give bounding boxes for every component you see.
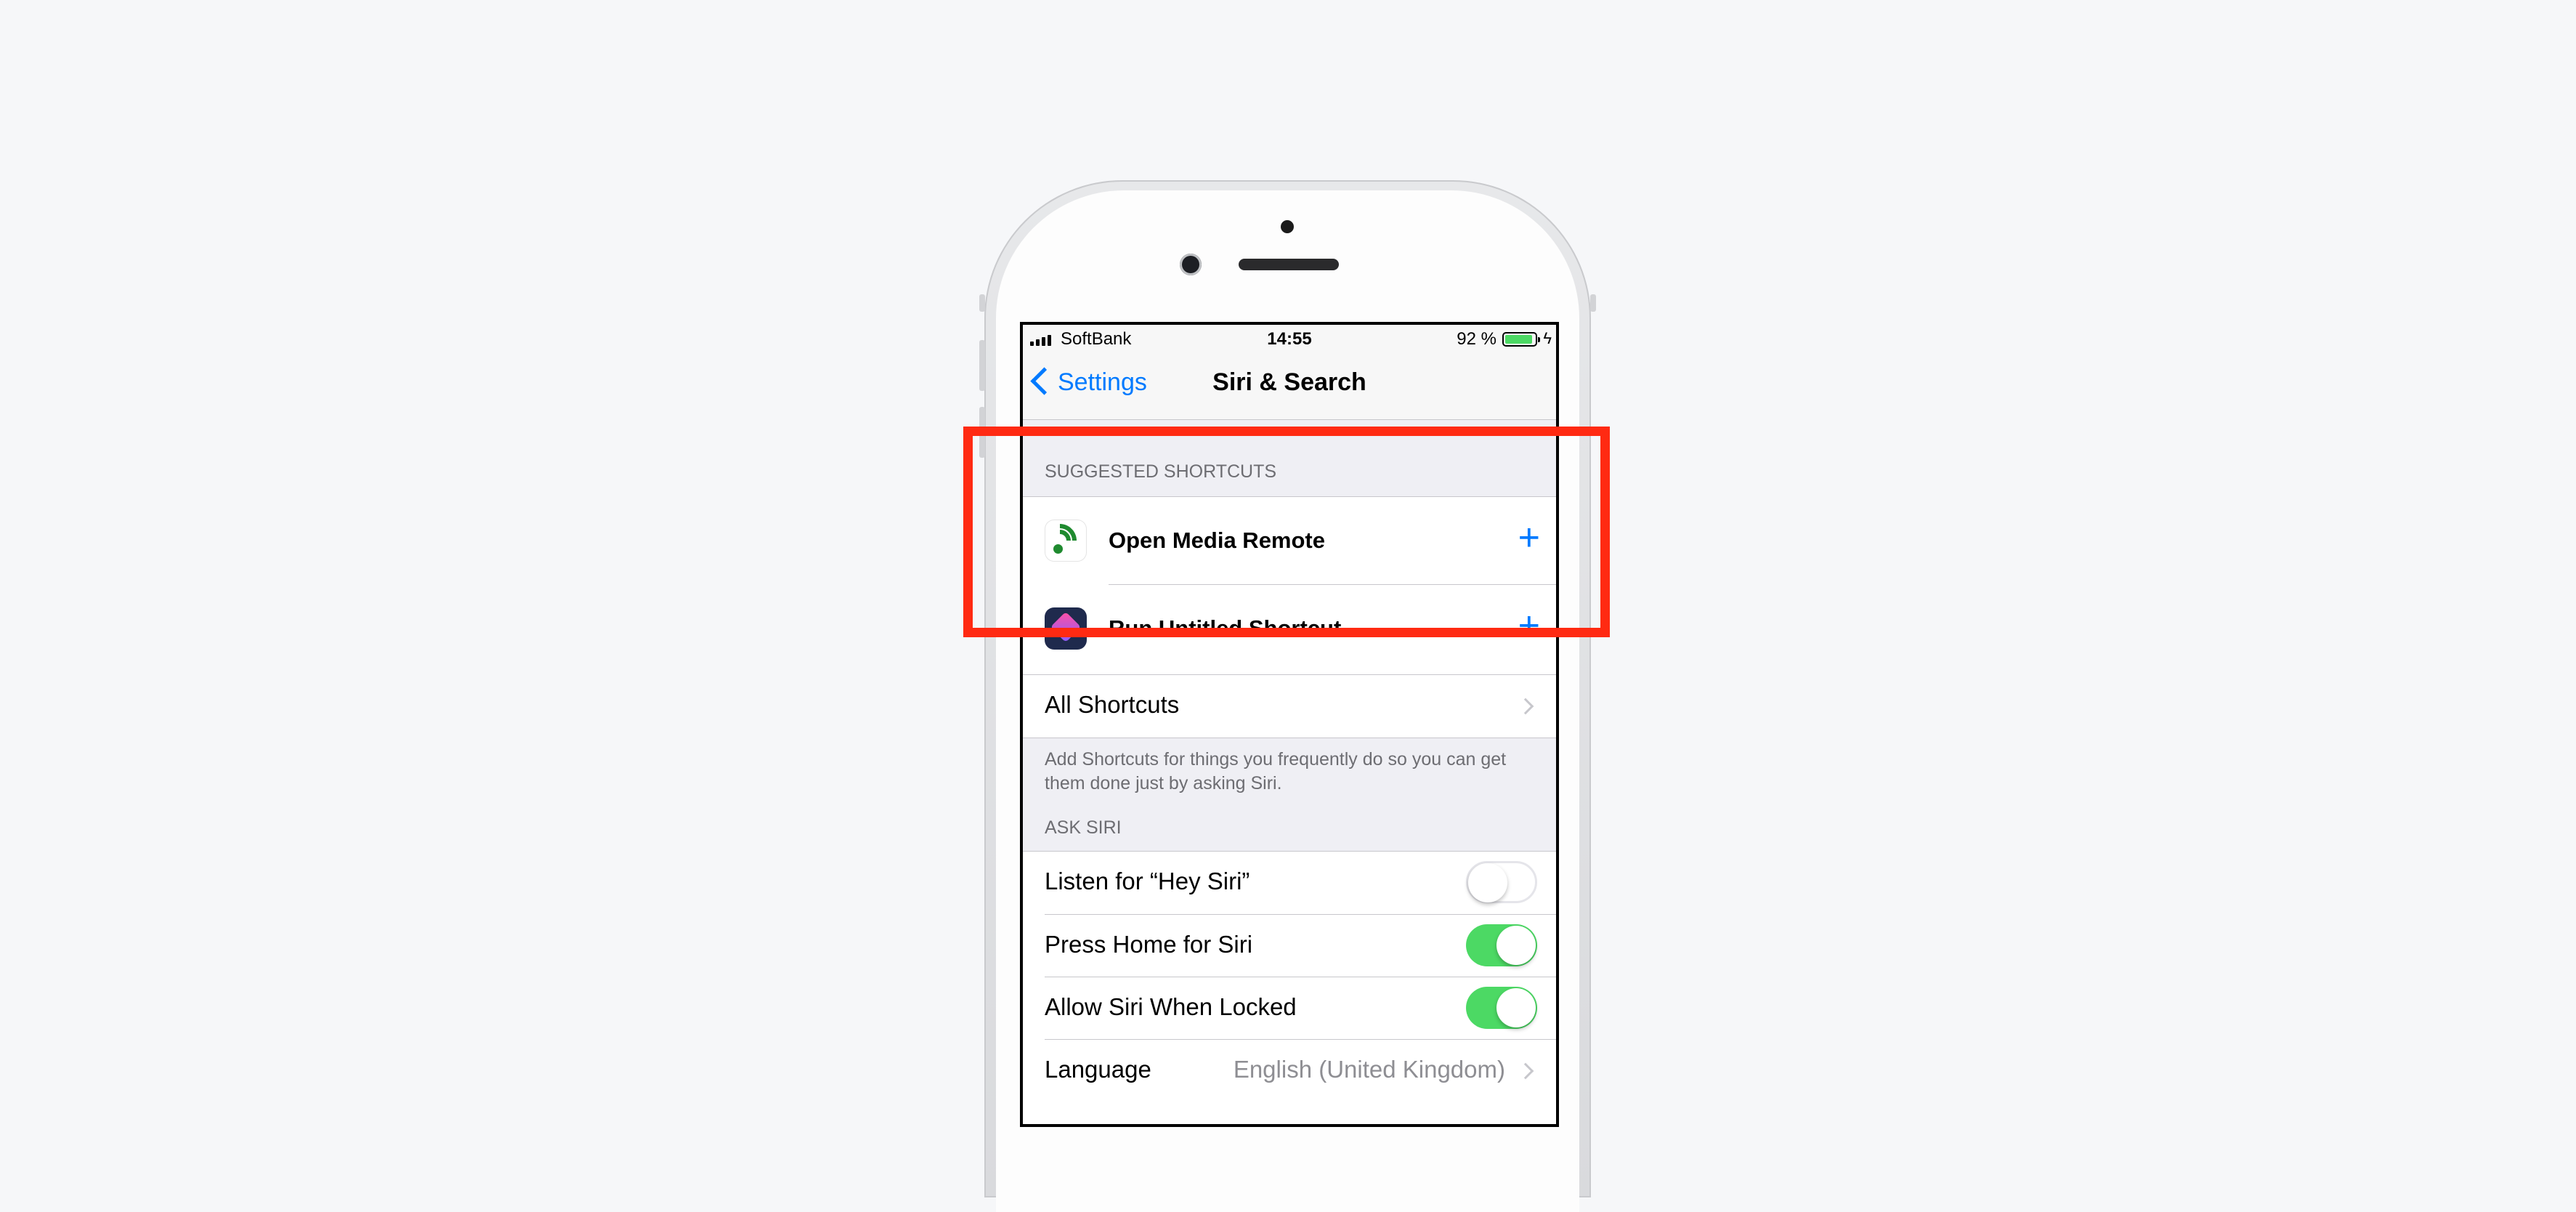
- page-title: Siri & Search: [1212, 368, 1366, 396]
- section-header-ask-siri: ASK SIRI: [1045, 817, 1122, 838]
- navigation-bar: Settings Siri & Search: [1023, 352, 1556, 420]
- chevron-right-icon: [1517, 1062, 1534, 1080]
- shortcuts-footer-note: Add Shortcuts for things you frequently …: [1045, 749, 1507, 793]
- language-value: English (United Kingdom): [1233, 1056, 1505, 1083]
- highlight-box: [963, 427, 1610, 637]
- power-button: [1590, 294, 1596, 312]
- all-shortcuts-row[interactable]: All Shortcuts: [1023, 674, 1556, 738]
- mute-switch: [979, 294, 985, 312]
- status-bar: SoftBank 14:55 92 % ϟ: [1023, 325, 1556, 352]
- front-camera: [1180, 254, 1202, 275]
- proximity-sensor: [1281, 220, 1294, 233]
- hey-siri-toggle[interactable]: [1466, 861, 1537, 903]
- battery-icon: [1502, 332, 1540, 347]
- charging-bolt-icon: ϟ: [1543, 329, 1552, 347]
- chevron-right-icon: [1517, 698, 1534, 715]
- press-home-toggle[interactable]: [1466, 924, 1537, 966]
- row-label: Listen for “Hey Siri”: [1045, 868, 1250, 894]
- row-press-home-for-siri[interactable]: Press Home for Siri: [1023, 915, 1556, 977]
- row-language[interactable]: Language English (United Kingdom): [1023, 1040, 1556, 1102]
- row-label: Language: [1045, 1056, 1151, 1083]
- allow-when-locked-toggle[interactable]: [1466, 987, 1537, 1029]
- row-label: Press Home for Siri: [1045, 931, 1253, 958]
- volume-up-button: [979, 340, 985, 391]
- earpiece-speaker: [1239, 259, 1339, 270]
- row-allow-siri-when-locked[interactable]: Allow Siri When Locked: [1023, 977, 1556, 1039]
- battery-percentage: 92 %: [1457, 329, 1496, 349]
- row-label: Allow Siri When Locked: [1045, 993, 1297, 1020]
- all-shortcuts-label: All Shortcuts: [1045, 691, 1180, 718]
- row-listen-hey-siri[interactable]: Listen for “Hey Siri”: [1023, 852, 1556, 914]
- ask-siri-group: Listen for “Hey Siri” Press Home for Sir…: [1023, 851, 1556, 1124]
